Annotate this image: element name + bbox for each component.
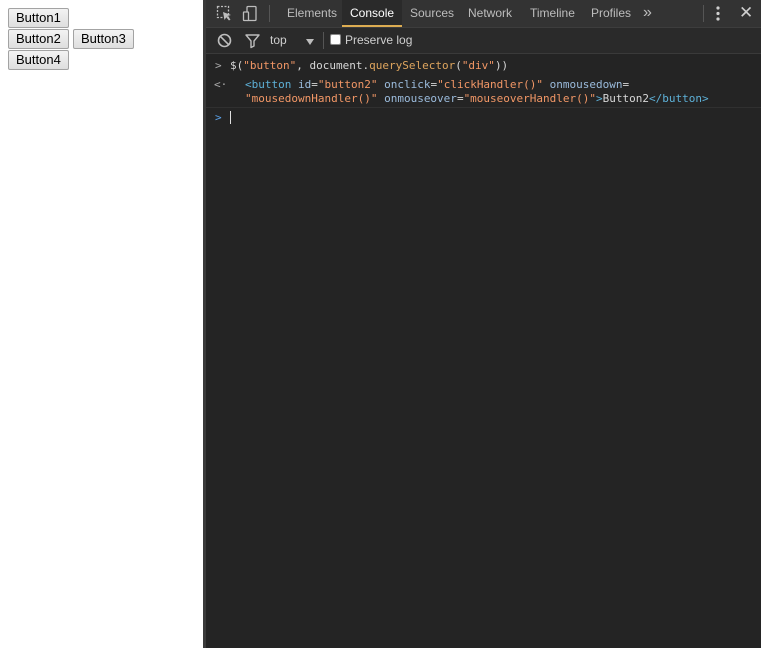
- console-command-line: > $("button", document.querySelector("di…: [206, 59, 761, 73]
- toolbar-divider: [269, 5, 270, 22]
- device-mode-icon[interactable]: [242, 5, 259, 22]
- console-result[interactable]: <· <button id="button2" onclick="clickHa…: [206, 78, 761, 106]
- output-prompt-icon: <·: [214, 78, 228, 91]
- more-tabs-icon[interactable]: »: [643, 0, 652, 27]
- button4[interactable]: Button4: [8, 50, 69, 70]
- context-selector[interactable]: top: [270, 28, 287, 53]
- inspected-page: Button1 Button2 Button3 Button4: [0, 0, 203, 648]
- tab-sources[interactable]: Sources: [402, 0, 462, 27]
- console-toolbar: top Preserve log: [206, 28, 761, 54]
- console-input[interactable]: [230, 111, 231, 125]
- divider: [206, 107, 761, 108]
- console-prompt-line[interactable]: >: [206, 111, 761, 125]
- input-prompt-icon: >: [215, 59, 222, 72]
- result-line-2: "mousedownHandler()" onmouseover="mouseo…: [245, 92, 709, 105]
- command-text: $("button", document.querySelector("div"…: [230, 59, 509, 72]
- clear-console-icon[interactable]: [216, 32, 233, 49]
- toolbar-divider: [703, 5, 704, 22]
- button1[interactable]: Button1: [8, 8, 69, 28]
- active-prompt-icon: >: [215, 111, 222, 124]
- preserve-log-label: Preserve log: [345, 33, 413, 47]
- close-icon[interactable]: ✕: [739, 3, 753, 23]
- tab-profiles[interactable]: Profiles: [583, 0, 639, 27]
- button2[interactable]: Button2: [8, 29, 69, 49]
- button3[interactable]: Button3: [73, 29, 134, 49]
- console-output[interactable]: > $("button", document.querySelector("di…: [206, 54, 761, 648]
- text-cursor: [230, 111, 231, 124]
- tab-elements[interactable]: Elements: [279, 0, 345, 27]
- inspect-element-icon[interactable]: [216, 5, 233, 22]
- filter-icon[interactable]: [244, 32, 261, 49]
- toolbar-divider: [323, 32, 324, 49]
- tab-timeline[interactable]: Timeline: [522, 0, 583, 27]
- devtools-panel: Elements Console Sources Network Timelin…: [203, 0, 761, 648]
- tab-console[interactable]: Console: [342, 0, 403, 27]
- result-line-1: <button id="button2" onclick="clickHandl…: [245, 78, 630, 91]
- devtools-tabbar: Elements Console Sources Network Timelin…: [206, 0, 761, 28]
- chevron-down-icon[interactable]: [305, 34, 315, 45]
- preserve-log-checkbox[interactable]: [330, 34, 341, 45]
- customize-menu-icon[interactable]: [715, 5, 721, 22]
- tab-network[interactable]: Network: [460, 0, 520, 27]
